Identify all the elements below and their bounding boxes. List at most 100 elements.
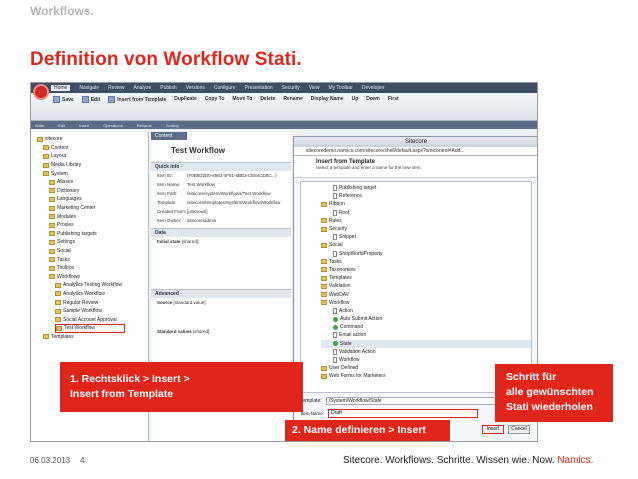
template-item[interactable]: ShopWorldProperty — [321, 250, 531, 258]
first-button[interactable]: First — [388, 96, 399, 102]
tree-item[interactable]: Content — [37, 144, 148, 153]
save-button[interactable]: Save — [53, 96, 74, 103]
tree-item[interactable]: Marketing Center — [37, 204, 148, 213]
edit-button[interactable]: Edit — [81, 96, 100, 103]
tree-item[interactable]: Proxies — [37, 221, 148, 230]
tree-item[interactable]: Regular Review — [37, 298, 148, 307]
folder-icon — [43, 145, 49, 151]
folder-icon — [321, 259, 327, 265]
copy-to-button[interactable]: Copy To — [205, 96, 225, 102]
section-quick-info[interactable]: Quick Info — [151, 162, 291, 171]
workflow-icon — [56, 325, 62, 331]
group-rename: Rename — [136, 122, 152, 128]
template-item[interactable]: Email action — [321, 331, 531, 339]
template-item[interactable]: Validation — [321, 282, 531, 290]
display-name-button[interactable]: Display Name — [311, 96, 344, 102]
tree-item[interactable]: Templates — [37, 333, 148, 342]
tab-publish[interactable]: Publish — [160, 85, 176, 91]
tab-view[interactable]: View — [309, 85, 320, 91]
section-advanced[interactable]: Advanced — [151, 289, 291, 298]
group-edit: Edit — [58, 122, 66, 128]
tab-home[interactable]: Home — [51, 85, 71, 91]
folder-icon — [43, 171, 49, 177]
tree-item[interactable]: Modules — [37, 212, 148, 221]
folder-icon — [321, 267, 327, 273]
tree-item[interactable]: Workflows — [37, 273, 148, 282]
template-item-selected[interactable]: State — [321, 339, 531, 348]
tree-item[interactable]: Media Library — [37, 161, 148, 170]
tree-item[interactable]: Toolbox — [37, 264, 148, 273]
up-button[interactable]: Up — [352, 96, 359, 102]
template-item[interactable]: Social — [321, 241, 531, 249]
tree-item[interactable]: Tasks — [37, 255, 148, 264]
tree-item[interactable]: Analytics Workflow — [37, 290, 148, 299]
dialog-url: sitecoredemo.namics.com/sitecore/shell/d… — [294, 147, 537, 156]
insert-icon — [108, 96, 116, 103]
green-action-icon — [333, 324, 338, 330]
tab-security[interactable]: Security — [282, 85, 300, 91]
move-to-button[interactable]: Move To — [232, 96, 252, 102]
tab-presentation[interactable]: Presentation — [245, 85, 273, 91]
tree-item[interactable]: Aliases — [37, 178, 148, 187]
template-item[interactable]: Root — [321, 209, 531, 217]
template-item[interactable]: Action — [321, 307, 531, 315]
template-item[interactable]: Snippet — [321, 233, 531, 241]
template-item[interactable]: Publishing target — [321, 184, 531, 192]
tree-item[interactable]: Settings — [37, 238, 148, 247]
tree-item[interactable]: System — [37, 169, 148, 178]
tab-review[interactable]: Review — [108, 85, 124, 91]
tree-item[interactable]: Sample Workflow — [37, 307, 148, 316]
insert-from-template-button[interactable]: Insert from Template — [108, 96, 166, 103]
section-data[interactable]: Data — [151, 228, 291, 237]
template-item[interactable]: Rules — [321, 217, 531, 225]
template-item[interactable]: Command — [321, 323, 531, 331]
tab-navigate[interactable]: Navigate — [79, 85, 99, 91]
tab-analyze[interactable]: Analyze — [133, 85, 151, 91]
folder-icon — [43, 162, 49, 168]
sitecore-start-button[interactable] — [33, 84, 49, 100]
folder-icon — [321, 283, 327, 289]
folder-icon — [49, 239, 55, 245]
delete-button[interactable]: Delete — [260, 96, 275, 102]
template-item[interactable]: WebDAV — [321, 290, 531, 298]
tree-item[interactable]: Languages — [37, 195, 148, 204]
template-item[interactable]: Workflow — [321, 299, 531, 307]
tab-my-toolbar[interactable]: My Toolbar — [328, 85, 352, 91]
template-item[interactable]: Auto Submit Action — [321, 315, 531, 323]
duplicate-button[interactable]: Duplicate — [174, 96, 197, 102]
tree-item[interactable]: Dictionary — [37, 187, 148, 196]
template-item[interactable]: Workflow — [321, 356, 531, 364]
template-item[interactable]: Templates — [321, 274, 531, 282]
tab-versions[interactable]: Versions — [186, 85, 205, 91]
template-item[interactable]: Ribbon — [321, 200, 531, 208]
tree-item[interactable]: sitecore — [37, 135, 148, 144]
tab-developer[interactable]: Developer — [362, 85, 385, 91]
field-row: Created From: [unknown] — [157, 209, 208, 214]
tree-item-selected[interactable]: Test Workflow — [55, 324, 125, 333]
folder-icon — [321, 300, 327, 306]
template-item[interactable]: Taxonomies — [321, 266, 531, 274]
tree-item[interactable]: Analytics Testing Workflow — [37, 281, 148, 290]
tree-item[interactable]: Social — [37, 247, 148, 256]
template-item[interactable]: Security — [321, 225, 531, 233]
cancel-button[interactable]: Cancel — [508, 425, 530, 434]
folder-icon — [321, 201, 327, 207]
folder-icon — [49, 205, 55, 211]
insert-button[interactable]: Insert — [482, 425, 504, 434]
tree-item[interactable]: Layout — [37, 152, 148, 161]
source-field: Source [standard value]: — [157, 300, 207, 305]
workflow-icon — [55, 317, 61, 323]
rename-button[interactable]: Rename — [283, 96, 302, 102]
tree-item[interactable]: Social Account Approval — [37, 315, 148, 324]
template-item[interactable]: Reference — [321, 192, 531, 200]
template-label: Template: — [300, 398, 322, 404]
template-item[interactable]: Tasks — [321, 258, 531, 266]
tab-configure[interactable]: Configure — [214, 85, 236, 91]
item-name-input[interactable]: Draft — [328, 409, 478, 418]
down-button[interactable]: Down — [366, 96, 380, 102]
template-item[interactable]: Validation Action — [321, 348, 531, 356]
content-tab[interactable]: Content — [151, 132, 187, 140]
ribbon: Save Edit Insert from Template Duplicate… — [31, 93, 537, 121]
tree-item[interactable]: Publishing targets — [37, 230, 148, 239]
callout-step-1: 1. Rechtsklick > Insert > Insert from Te… — [60, 362, 303, 412]
